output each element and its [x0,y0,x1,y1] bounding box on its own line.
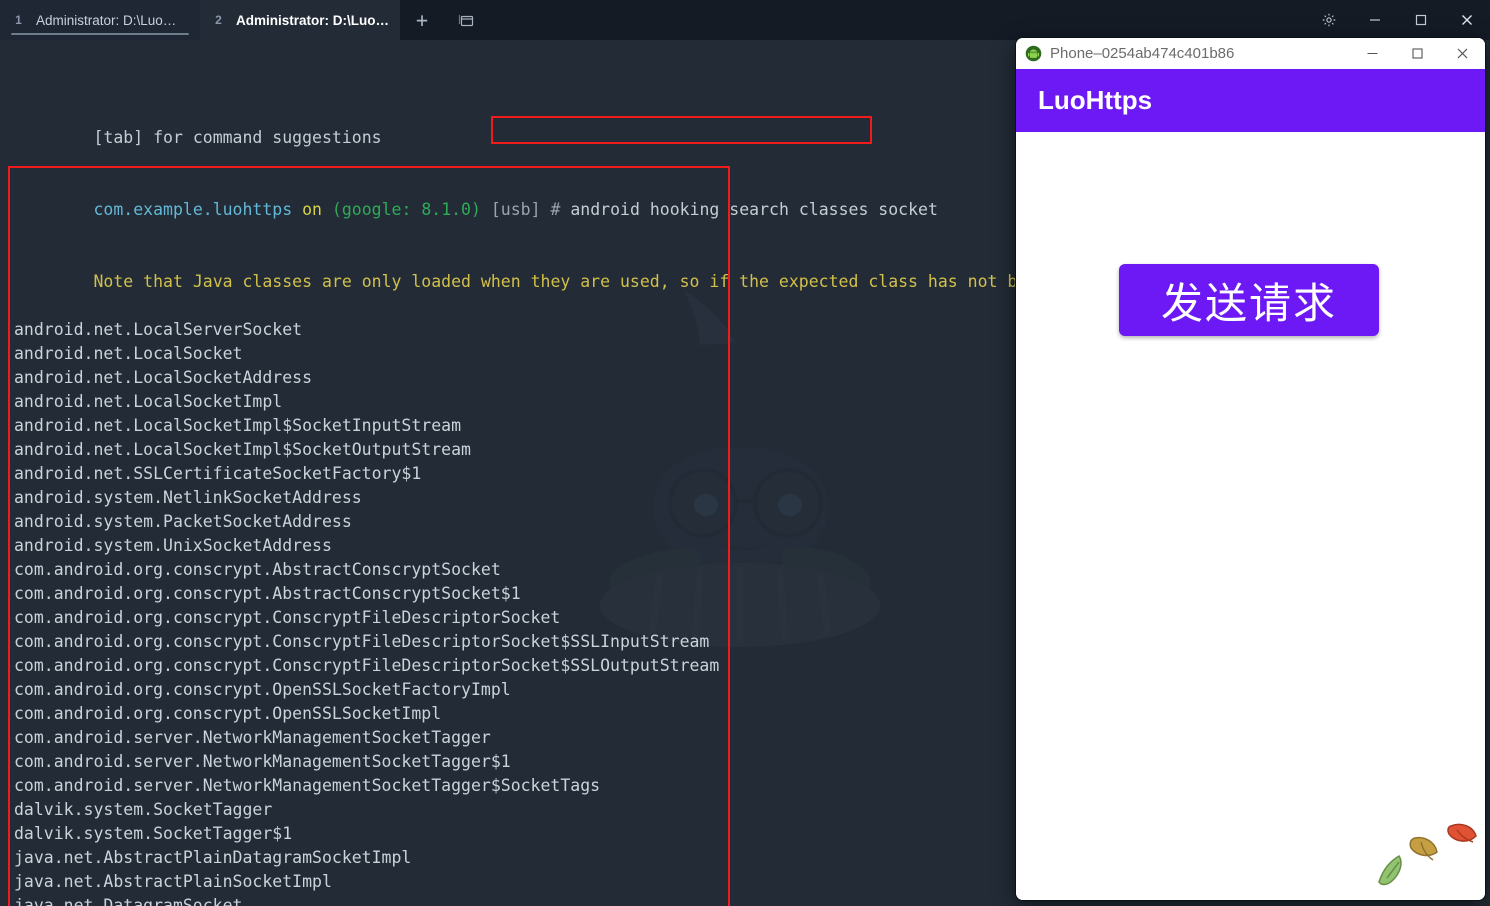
console-hint-text: [tab] for command suggestions [93,128,382,147]
prompt-package: com.example.luohttps [93,200,293,219]
autumn-leaves-icon [1378,823,1477,886]
phone-minimize-icon[interactable] [1350,38,1395,69]
phone-title-text: Phone–0254ab474c401b86 [1050,45,1235,62]
minimize-icon[interactable] [1352,0,1398,40]
tab-1-underline [11,33,189,35]
gear-icon[interactable] [1306,0,1352,40]
tab-2-title: Administrator: D:\Luo… [236,12,389,28]
app-toolbar: LuoHttps [1016,69,1485,132]
prompt-device: (google: 8.1.0) [331,200,481,219]
phone-titlebar: Phone–0254ab474c401b86 [1016,38,1485,69]
prompt-transport: [usb] [490,200,541,219]
tab-1-number: 1 [15,13,22,27]
app-title: LuoHttps [1038,85,1153,115]
console-note-text: Note that Java classes are only loaded w… [93,272,1087,291]
tab-1-title: Administrator: D:\Luo… [36,12,177,28]
phone-close-icon[interactable] [1440,38,1485,69]
send-request-button[interactable]: 发送请求 [1119,264,1379,336]
terminal-tab-2[interactable]: 2 Administrator: D:\Luo… [200,0,400,40]
new-tab-button[interactable]: + [400,0,444,40]
terminal-tab-1[interactable]: 1 Administrator: D:\Luo… [0,0,200,40]
prompt-on-keyword: on [302,200,322,219]
phone-maximize-icon[interactable] [1395,38,1440,69]
window-controls [1306,0,1490,40]
prompt-sigil: # [550,200,561,219]
phone-mirror-window[interactable]: Phone–0254ab474c401b86 LuoHttps 发送请求 [1016,38,1485,900]
phone-screen[interactable]: 发送请求 [1016,132,1485,900]
phone-window-controls [1350,38,1485,69]
prompt-command: android hooking search classes socket [570,200,938,219]
tab-2-number: 2 [215,13,222,27]
tab-strip: 1 Administrator: D:\Luo… 2 Administrator… [0,0,1490,40]
close-icon[interactable] [1444,0,1490,40]
split-pane-icon[interactable] [444,0,488,40]
android-robot-icon [1025,45,1042,62]
maximize-icon[interactable] [1398,0,1444,40]
